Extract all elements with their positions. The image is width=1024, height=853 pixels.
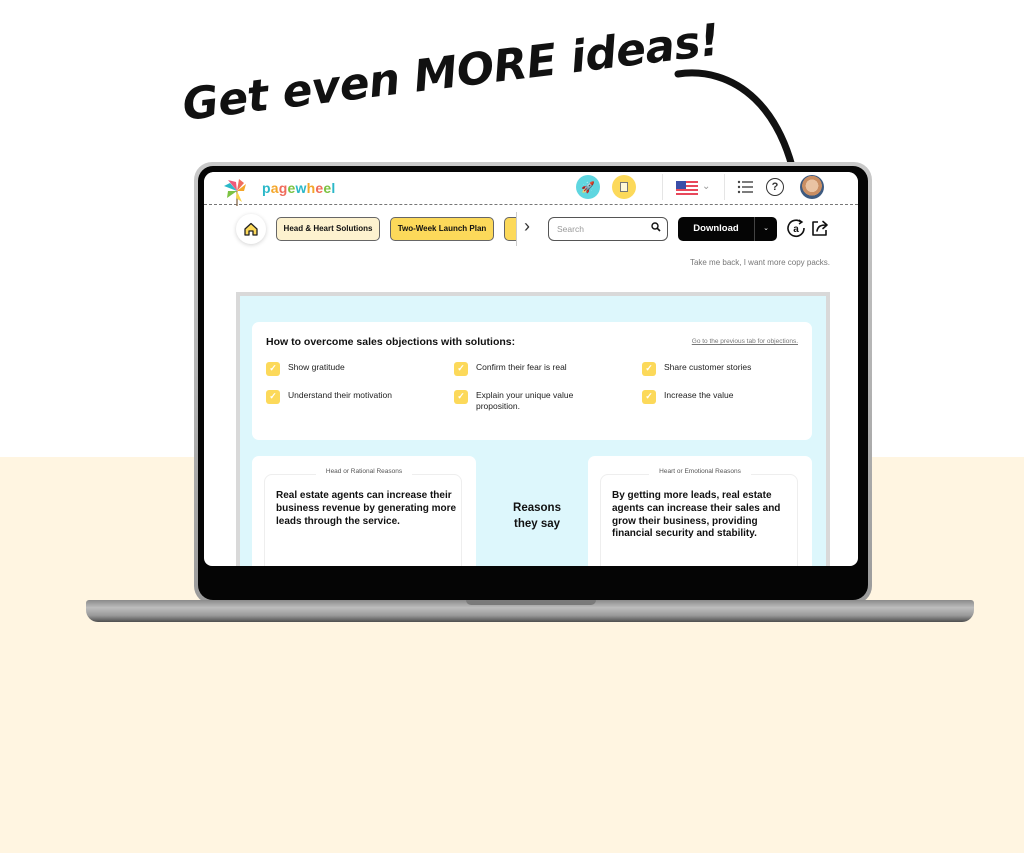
logo-letter: w <box>295 180 307 196</box>
checkbox-checked-icon[interactable]: ✓ <box>454 390 468 404</box>
tab-two-week-launch-plan[interactable]: Two-Week Launch Plan <box>390 217 494 241</box>
share-icon[interactable] <box>810 218 830 238</box>
head-reasons-card: Head or Rational Reasons Real estate age… <box>252 456 476 566</box>
checkbox-checked-icon[interactable]: ✓ <box>266 362 280 376</box>
download-button[interactable]: Download <box>678 217 754 241</box>
logo-letter: g <box>278 180 288 196</box>
tab-partial[interactable] <box>504 217 516 241</box>
heart-reasons-card: Heart or Emotional Reasons By getting mo… <box>588 456 812 566</box>
solution-label: Explain your unique value proposition. <box>476 390 574 412</box>
header-divider <box>724 174 725 200</box>
head-reasons-legend: Head or Rational Reasons <box>252 468 476 475</box>
search-icon[interactable] <box>651 222 661 235</box>
reasons-they-say-label: Reasons they say <box>513 502 561 531</box>
laptop-base <box>86 600 974 622</box>
language-chevron-down-icon[interactable]: ⌄ <box>702 181 710 192</box>
previous-tab-link[interactable]: Go to the previous tab for objections. <box>692 338 798 345</box>
documents-button[interactable] <box>612 175 636 199</box>
list-menu-icon[interactable] <box>737 180 753 194</box>
solution-label: Show gratitude <box>288 362 345 372</box>
checkbox-checked-icon[interactable]: ✓ <box>266 390 280 404</box>
laptop-lid: pagewheel 🚀 ⌄ ? Head & Heart Solutions T… <box>194 162 872 604</box>
solution-item: ✓ Understand their motivation <box>266 390 392 404</box>
tab-head-heart-solutions[interactable]: Head & Heart Solutions <box>276 217 380 241</box>
laptop-notch <box>466 600 596 605</box>
app-name[interactable]: pagewheel <box>262 180 335 196</box>
headline-text: Get even MORE ideas! <box>179 14 723 132</box>
svg-text:a: a <box>793 224 799 235</box>
checkbox-checked-icon[interactable]: ✓ <box>642 390 656 404</box>
solution-label: Confirm their fear is real <box>476 362 567 372</box>
solution-item: ✓ Share customer stories <box>642 362 751 376</box>
app-header: pagewheel 🚀 ⌄ ? <box>204 172 858 206</box>
home-button[interactable] <box>236 214 266 244</box>
pinwheel-logo-icon[interactable] <box>222 176 252 206</box>
rocket-button[interactable]: 🚀 <box>576 175 600 199</box>
promo-headline: Get even MORE ideas! <box>180 15 722 140</box>
logo-letter: p <box>262 180 271 196</box>
solution-item: ✓ Increase the value <box>642 390 733 404</box>
checkbox-checked-icon[interactable]: ✓ <box>454 362 468 376</box>
solutions-card: How to overcome sales objections with so… <box>252 322 812 440</box>
back-to-copy-packs-link[interactable]: Take me back, I want more copy packs. <box>690 258 830 267</box>
help-icon[interactable]: ? <box>766 178 784 196</box>
heart-reasons-text[interactable]: By getting more leads, real estate agent… <box>612 490 798 541</box>
checkbox-checked-icon[interactable]: ✓ <box>642 362 656 376</box>
solutions-title: How to overcome sales objections with so… <box>266 336 516 348</box>
regenerate-a-icon[interactable]: a <box>786 218 806 238</box>
solution-label: Share customer stories <box>664 362 752 372</box>
search-placeholder: Search <box>557 224 584 234</box>
document-icon <box>620 182 628 192</box>
solution-item: ✓ Explain your unique value proposition. <box>454 390 614 412</box>
laptop-screen: pagewheel 🚀 ⌄ ? Head & Heart Solutions T… <box>204 172 858 566</box>
user-avatar[interactable] <box>800 175 824 199</box>
content-area: How to overcome sales objections with so… <box>240 296 826 566</box>
download-dropdown-chevron-icon[interactable]: ⌄ <box>755 217 777 241</box>
solution-label: Increase the value <box>664 390 734 400</box>
logo-letter: e <box>287 180 296 196</box>
logo-letter: l <box>331 180 336 196</box>
rocket-icon: 🚀 <box>581 181 595 194</box>
home-icon <box>244 222 258 236</box>
solution-label: Understand their motivation <box>288 390 392 400</box>
header-divider <box>662 174 663 200</box>
heart-reasons-legend: Heart or Emotional Reasons <box>588 468 812 475</box>
tabs-next-arrow-icon[interactable]: › <box>524 216 530 237</box>
search-input[interactable]: Search <box>548 217 668 241</box>
head-reasons-text[interactable]: Real estate agents can increase their bu… <box>276 490 462 528</box>
logo-letter: a <box>270 180 279 196</box>
content-frame: How to overcome sales objections with so… <box>236 292 830 566</box>
download-button-group: Download ⌄ <box>678 217 777 241</box>
solution-item: ✓ Confirm their fear is real <box>454 362 567 376</box>
us-flag-icon[interactable] <box>676 181 698 195</box>
tabs-scroll-edge <box>516 212 517 246</box>
solution-item: ✓ Show gratitude <box>266 362 345 376</box>
